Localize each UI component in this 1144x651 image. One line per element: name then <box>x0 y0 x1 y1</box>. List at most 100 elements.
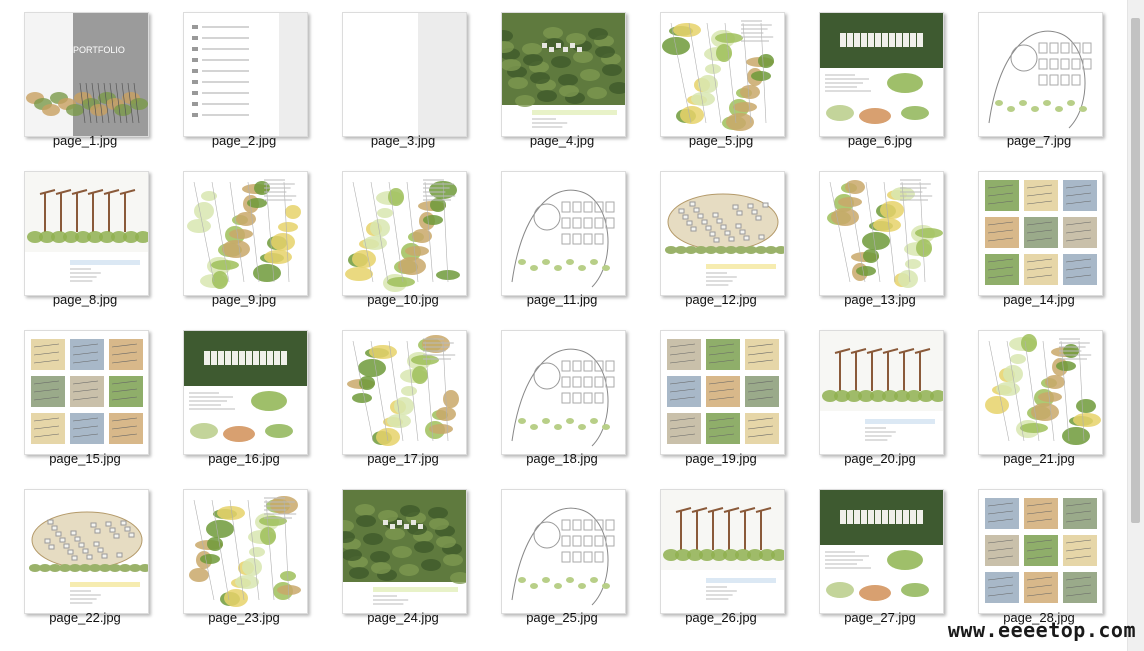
watermark-text: www.eeeetop.com <box>947 618 1136 642</box>
scrollbar-thumb[interactable] <box>1131 18 1140 523</box>
file-tile[interactable]: page_22.jpg <box>0 477 159 636</box>
file-tile[interactable]: page_6.jpg <box>795 0 954 159</box>
thumbnail-preview <box>418 13 466 136</box>
image-thumbnail[interactable] <box>978 489 1103 614</box>
thumbnail-preview <box>820 490 943 601</box>
image-thumbnail[interactable] <box>819 489 944 614</box>
file-name-label: page_19.jpg <box>685 451 757 466</box>
file-name-label: page_4.jpg <box>529 133 595 148</box>
file-tile[interactable]: page_23.jpg <box>159 477 318 636</box>
thumbnail-preview <box>345 179 460 292</box>
file-tile[interactable]: page_27.jpg <box>795 477 954 636</box>
file-name-label: page_21.jpg <box>1003 451 1075 466</box>
image-thumbnail[interactable] <box>819 330 944 455</box>
file-name-label: page_8.jpg <box>52 292 118 307</box>
thumbnail-preview <box>189 496 301 607</box>
thumbnail-preview <box>25 511 148 613</box>
file-tile[interactable]: page_20.jpg <box>795 318 954 477</box>
image-thumbnail[interactable] <box>183 171 308 296</box>
file-name-label: page_12.jpg <box>685 292 757 307</box>
image-thumbnail[interactable] <box>342 330 467 455</box>
file-tile[interactable]: page_7.jpg <box>954 0 1113 159</box>
image-thumbnail[interactable] <box>183 489 308 614</box>
file-name-label: page_16.jpg <box>208 451 280 466</box>
vertical-scrollbar[interactable] <box>1127 0 1144 651</box>
image-thumbnail[interactable] <box>342 12 467 137</box>
file-tile[interactable]: page_26.jpg <box>636 477 795 636</box>
image-thumbnail[interactable] <box>24 489 149 614</box>
file-tile[interactable]: PORTFOLIO page_1.jpg <box>0 0 159 159</box>
file-name-label: page_9.jpg <box>211 292 277 307</box>
image-thumbnail[interactable] <box>978 171 1103 296</box>
file-tile[interactable]: page_25.jpg <box>477 477 636 636</box>
image-thumbnail[interactable] <box>660 489 785 614</box>
thumbnail-preview <box>187 179 301 289</box>
cover-title-text: PORTFOLIO <box>73 45 125 55</box>
thumbnail-preview: PORTFOLIO <box>25 13 148 136</box>
image-thumbnail[interactable] <box>819 171 944 296</box>
image-thumbnail[interactable] <box>183 12 308 137</box>
file-name-label: page_20.jpg <box>844 451 916 466</box>
file-name-label: page_27.jpg <box>844 610 916 625</box>
image-thumbnail[interactable] <box>501 171 626 296</box>
file-tile[interactable]: page_17.jpg <box>318 318 477 477</box>
file-tile[interactable]: page_19.jpg <box>636 318 795 477</box>
image-thumbnail[interactable]: PORTFOLIO <box>24 12 149 137</box>
thumbnail-preview <box>25 172 148 295</box>
file-tile[interactable]: page_21.jpg <box>954 318 1113 477</box>
file-tile[interactable]: page_12.jpg <box>636 159 795 318</box>
file-tile[interactable]: page_4.jpg <box>477 0 636 159</box>
file-tile[interactable]: page_15.jpg <box>0 318 159 477</box>
file-name-label: page_26.jpg <box>685 610 757 625</box>
file-tile[interactable]: page_18.jpg <box>477 318 636 477</box>
thumbnail-preview <box>820 331 943 454</box>
image-thumbnail[interactable] <box>501 12 626 137</box>
thumbnail-preview <box>343 490 466 613</box>
file-tile[interactable]: page_10.jpg <box>318 159 477 318</box>
thumbnail-preview <box>192 13 307 136</box>
file-name-label: page_7.jpg <box>1006 133 1072 148</box>
file-tile[interactable]: page_14.jpg <box>954 159 1113 318</box>
file-tile[interactable]: page_16.jpg <box>159 318 318 477</box>
thumbnail-preview <box>661 490 784 613</box>
image-thumbnail[interactable] <box>183 330 308 455</box>
file-name-label: page_11.jpg <box>526 292 598 307</box>
thumbnail-preview <box>662 20 774 131</box>
thumbnail-preview <box>661 193 784 295</box>
thumbnail-preview <box>511 348 615 447</box>
file-name-label: page_17.jpg <box>367 451 439 466</box>
image-thumbnail[interactable] <box>24 330 149 455</box>
image-thumbnail[interactable] <box>660 12 785 137</box>
image-thumbnail[interactable] <box>501 330 626 455</box>
file-name-label: page_10.jpg <box>367 292 439 307</box>
file-tile[interactable]: page_3.jpg <box>318 0 477 159</box>
file-name-label: page_24.jpg <box>367 610 439 625</box>
thumbnail-preview <box>820 13 943 124</box>
file-tile[interactable]: page_9.jpg <box>159 159 318 318</box>
file-thumbnail-grid: PORTFOLIO page_1.jpg page_2.jpg page_3.jpg p… <box>0 0 1128 651</box>
image-thumbnail[interactable] <box>660 171 785 296</box>
file-tile[interactable]: page_2.jpg <box>159 0 318 159</box>
file-tile[interactable]: page_28.jpg <box>954 477 1113 636</box>
thumbnail-preview <box>827 179 943 288</box>
image-thumbnail[interactable] <box>24 171 149 296</box>
file-tile[interactable]: page_24.jpg <box>318 477 477 636</box>
thumbnail-preview <box>667 339 779 444</box>
file-tile[interactable]: page_13.jpg <box>795 159 954 318</box>
image-thumbnail[interactable] <box>342 489 467 614</box>
file-name-label: page_3.jpg <box>370 133 436 148</box>
thumbnail-preview <box>511 507 615 606</box>
image-thumbnail[interactable] <box>342 171 467 296</box>
image-thumbnail[interactable] <box>819 12 944 137</box>
image-thumbnail[interactable] <box>501 489 626 614</box>
file-name-label: page_6.jpg <box>847 133 913 148</box>
image-thumbnail[interactable] <box>660 330 785 455</box>
image-thumbnail[interactable] <box>978 330 1103 455</box>
file-tile[interactable]: page_11.jpg <box>477 159 636 318</box>
thumbnail-preview <box>988 30 1092 129</box>
file-tile[interactable]: page_8.jpg <box>0 159 159 318</box>
thumbnail-preview <box>985 498 1097 603</box>
file-name-label: page_25.jpg <box>526 610 598 625</box>
image-thumbnail[interactable] <box>978 12 1103 137</box>
file-tile[interactable]: page_5.jpg <box>636 0 795 159</box>
